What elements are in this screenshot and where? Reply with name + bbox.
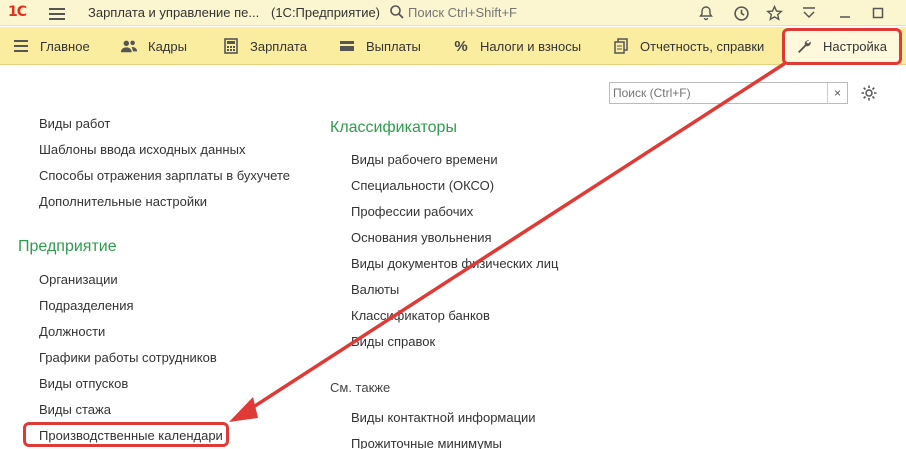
link-departments[interactable]: Подразделения (39, 298, 134, 313)
settings-highlight (782, 28, 902, 65)
panel-search-input[interactable] (613, 85, 825, 101)
section-label: Зарплата (250, 38, 307, 54)
star-icon[interactable] (765, 4, 783, 22)
link-work-types[interactable]: Виды работ (39, 116, 110, 131)
link-organizations[interactable]: Организации (39, 272, 118, 287)
panel-search[interactable]: × (609, 82, 848, 104)
title-bar: 1С Зарплата и управление пе... (1С:Предп… (0, 0, 906, 26)
section-salary[interactable]: Зарплата (222, 27, 307, 65)
link-id-document-types[interactable]: Виды документов физических лиц (351, 256, 558, 271)
section-label: Отчетность, справки (640, 38, 765, 54)
documents-icon (612, 37, 630, 55)
link-additional-settings[interactable]: Дополнительные настройки (39, 194, 207, 209)
section-label: Главное (40, 38, 90, 54)
link-input-templates[interactable]: Шаблоны ввода исходных данных (39, 142, 245, 157)
global-search[interactable] (386, 2, 686, 23)
link-positions[interactable]: Должности (39, 324, 105, 339)
link-vacation-types[interactable]: Виды отпусков (39, 376, 128, 391)
link-certificate-types[interactable]: Виды справок (351, 334, 435, 349)
section-label: Налоги и взносы (480, 38, 582, 54)
lines-icon (12, 37, 30, 55)
link-dismissal-grounds[interactable]: Основания увольнения (351, 230, 492, 245)
calendars-highlight (23, 422, 229, 447)
section-bar: Главное Кадры Зарплата Выплаты % Налоги … (0, 27, 906, 65)
section-taxes[interactable]: % Налоги и взносы (452, 27, 581, 65)
link-bank-classifier[interactable]: Классификатор банков (351, 308, 490, 323)
section-main[interactable]: Главное (12, 27, 90, 65)
global-search-input[interactable] (408, 3, 678, 21)
gear-icon[interactable] (860, 84, 878, 102)
wallet-icon (338, 37, 356, 55)
link-subsistence-minimums[interactable]: Прожиточные минимумы (351, 436, 502, 449)
group-title-classifiers: Классификаторы (330, 119, 457, 136)
search-icon (390, 5, 404, 19)
panel-settings-icon[interactable] (800, 4, 818, 22)
link-accounting-methods[interactable]: Способы отражения зарплаты в бухучете (39, 168, 290, 183)
app-title: Зарплата и управление пе... (88, 5, 260, 20)
section-reports[interactable]: Отчетность, справки (612, 27, 764, 65)
section-label: Кадры (148, 38, 187, 54)
link-work-time-types[interactable]: Виды рабочего времени (351, 152, 498, 167)
link-seniority-types[interactable]: Виды стажа (39, 402, 111, 417)
link-work-schedules[interactable]: Графики работы сотрудников (39, 350, 217, 365)
clear-search-button[interactable]: × (827, 83, 847, 103)
link-professions[interactable]: Профессии рабочих (351, 204, 473, 219)
link-specialties[interactable]: Специальности (ОКСО) (351, 178, 494, 193)
section-label: Выплаты (366, 38, 421, 54)
section-staff[interactable]: Кадры (120, 27, 187, 65)
percent-icon: % (454, 37, 468, 55)
maximize-icon[interactable] (869, 4, 887, 22)
menu-icon[interactable] (49, 5, 65, 21)
app-subtitle: (1С:Предприятие) (271, 5, 381, 20)
link-currencies[interactable]: Валюты (351, 282, 399, 297)
app-logo[interactable]: 1С (8, 4, 36, 21)
settings-panel: × Виды работ Шаблоны ввода исходных данн… (0, 66, 906, 449)
see-also-title: См. также (330, 380, 391, 395)
history-icon[interactable] (732, 4, 750, 22)
group-title-enterprise: Предприятие (18, 238, 117, 255)
minimize-icon[interactable] (836, 4, 854, 22)
bell-icon[interactable] (697, 4, 715, 22)
people-icon (120, 37, 138, 55)
section-payments[interactable]: Выплаты (338, 27, 421, 65)
link-contact-info-types[interactable]: Виды контактной информации (351, 410, 536, 425)
calculator-icon (222, 37, 240, 55)
